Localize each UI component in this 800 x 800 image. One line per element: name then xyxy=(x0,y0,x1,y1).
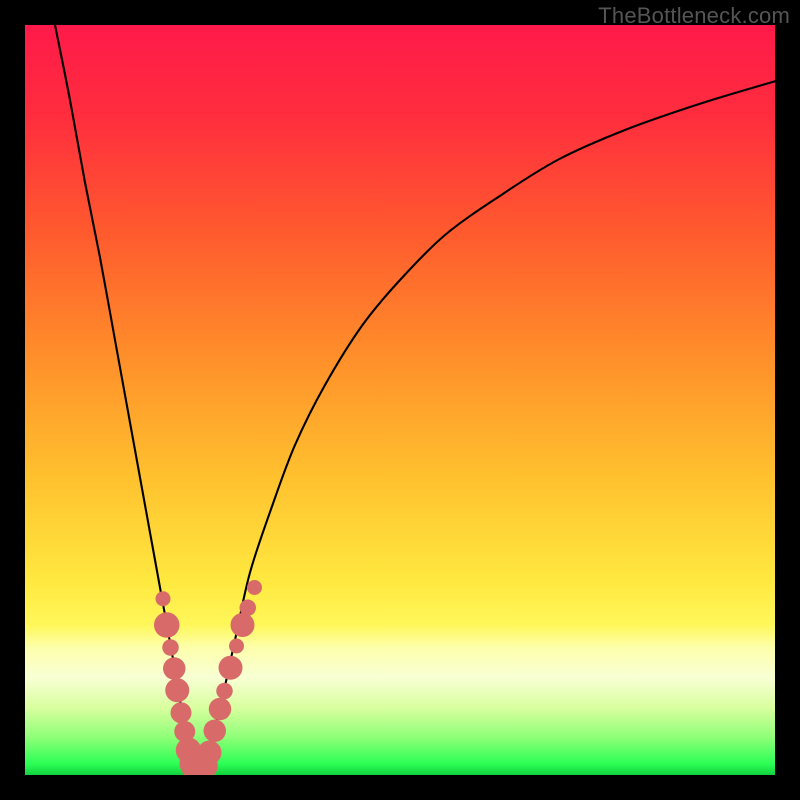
bottleneck-curve xyxy=(55,25,775,774)
marker-dot xyxy=(247,580,262,595)
marker-dot xyxy=(240,600,257,616)
marker-dot xyxy=(219,656,243,680)
marker-dot xyxy=(209,698,232,721)
marker-dot xyxy=(165,678,189,702)
curve-layer xyxy=(25,25,775,775)
watermark-text: TheBottleneck.com xyxy=(598,3,790,29)
marker-dot xyxy=(156,591,171,606)
chart-frame: TheBottleneck.com xyxy=(0,0,800,800)
marker-dot xyxy=(163,657,186,680)
marker-dot xyxy=(154,612,180,638)
marker-dot xyxy=(231,613,255,637)
marker-dot xyxy=(216,683,233,699)
marker-dot xyxy=(229,639,244,654)
marker-layer xyxy=(154,580,262,775)
marker-dot xyxy=(204,720,227,743)
marker-dot xyxy=(162,639,179,656)
marker-dot xyxy=(198,741,222,765)
plot-area xyxy=(25,25,775,775)
marker-dot xyxy=(171,702,192,723)
